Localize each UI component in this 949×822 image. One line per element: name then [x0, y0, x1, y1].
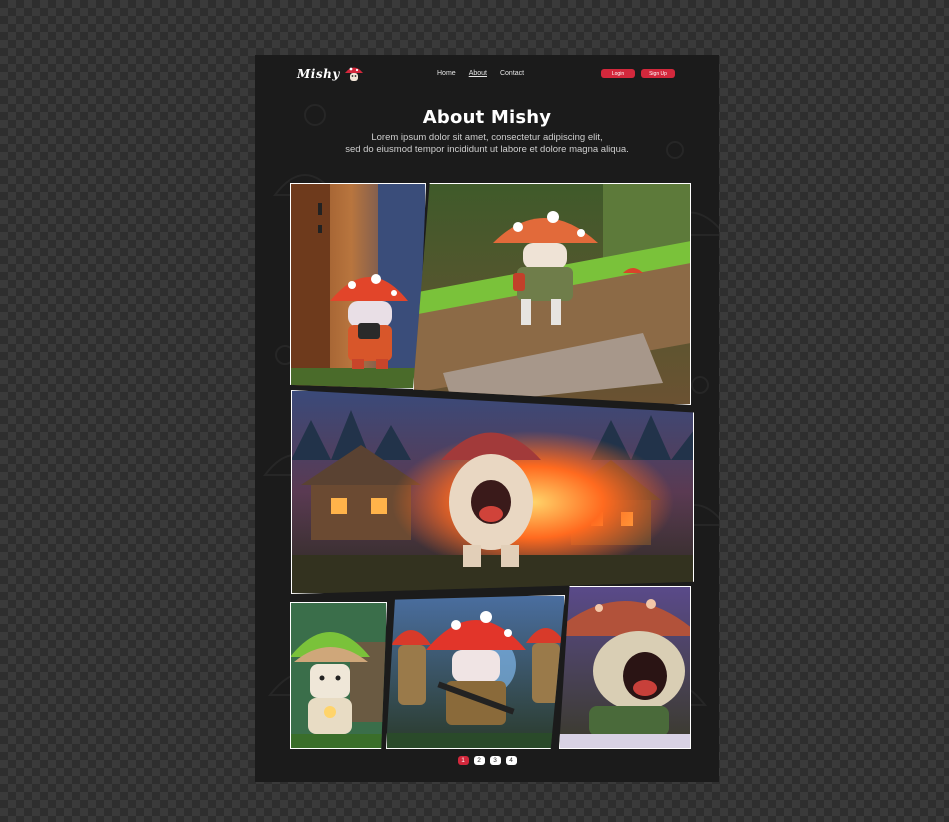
nav-link-about[interactable]: About — [469, 70, 487, 77]
comic-panel-2[interactable] — [413, 183, 691, 405]
comic-panel-6[interactable] — [559, 586, 691, 749]
nav-link-contact[interactable]: Contact — [500, 70, 524, 77]
brand-name: Mishy — [297, 67, 340, 81]
page-button-4[interactable]: 4 — [505, 756, 517, 765]
brand-logo[interactable]: Mishy — [297, 64, 365, 84]
mushroom-soldiers-illustration — [386, 595, 565, 749]
mushroom-screaming-closeup-illustration — [559, 586, 691, 749]
page-button-3[interactable]: 3 — [489, 756, 501, 765]
comic-panel-4[interactable] — [290, 602, 387, 749]
mushroom-mascot-icon — [344, 67, 363, 81]
mushroom-burning-village-illustration — [291, 390, 694, 594]
page-button-2[interactable]: 2 — [473, 756, 485, 765]
about-page: Mishy Home About Contact Login Sign Up A… — [255, 55, 719, 782]
description-line-2: sed do eiusmod tempor incididunt ut labo… — [345, 144, 629, 155]
nav-links: Home About Contact — [437, 70, 524, 77]
description-line-1: Lorem ipsum dolor sit amet, consectetur … — [371, 132, 603, 143]
mushroom-at-door-illustration — [290, 183, 426, 389]
signup-button[interactable]: Sign Up — [641, 69, 675, 78]
top-nav: Mishy Home About Contact Login Sign Up — [255, 55, 719, 95]
comic-panel-5[interactable] — [386, 595, 565, 749]
pagination: 1 2 3 4 — [255, 756, 719, 765]
page-title: About Mishy — [422, 107, 552, 128]
page-button-1[interactable]: 1 — [457, 756, 469, 765]
page-description: Lorem ipsum dolor sit amet, consectetur … — [255, 132, 719, 156]
mushroom-mossy-cap-illustration — [290, 602, 387, 749]
mushroom-on-mossy-log-illustration — [413, 183, 691, 405]
comic-panel-3[interactable] — [291, 390, 694, 594]
comic-panel-1[interactable] — [290, 183, 426, 389]
login-button[interactable]: Login — [601, 69, 635, 78]
nav-link-home[interactable]: Home — [437, 70, 456, 77]
